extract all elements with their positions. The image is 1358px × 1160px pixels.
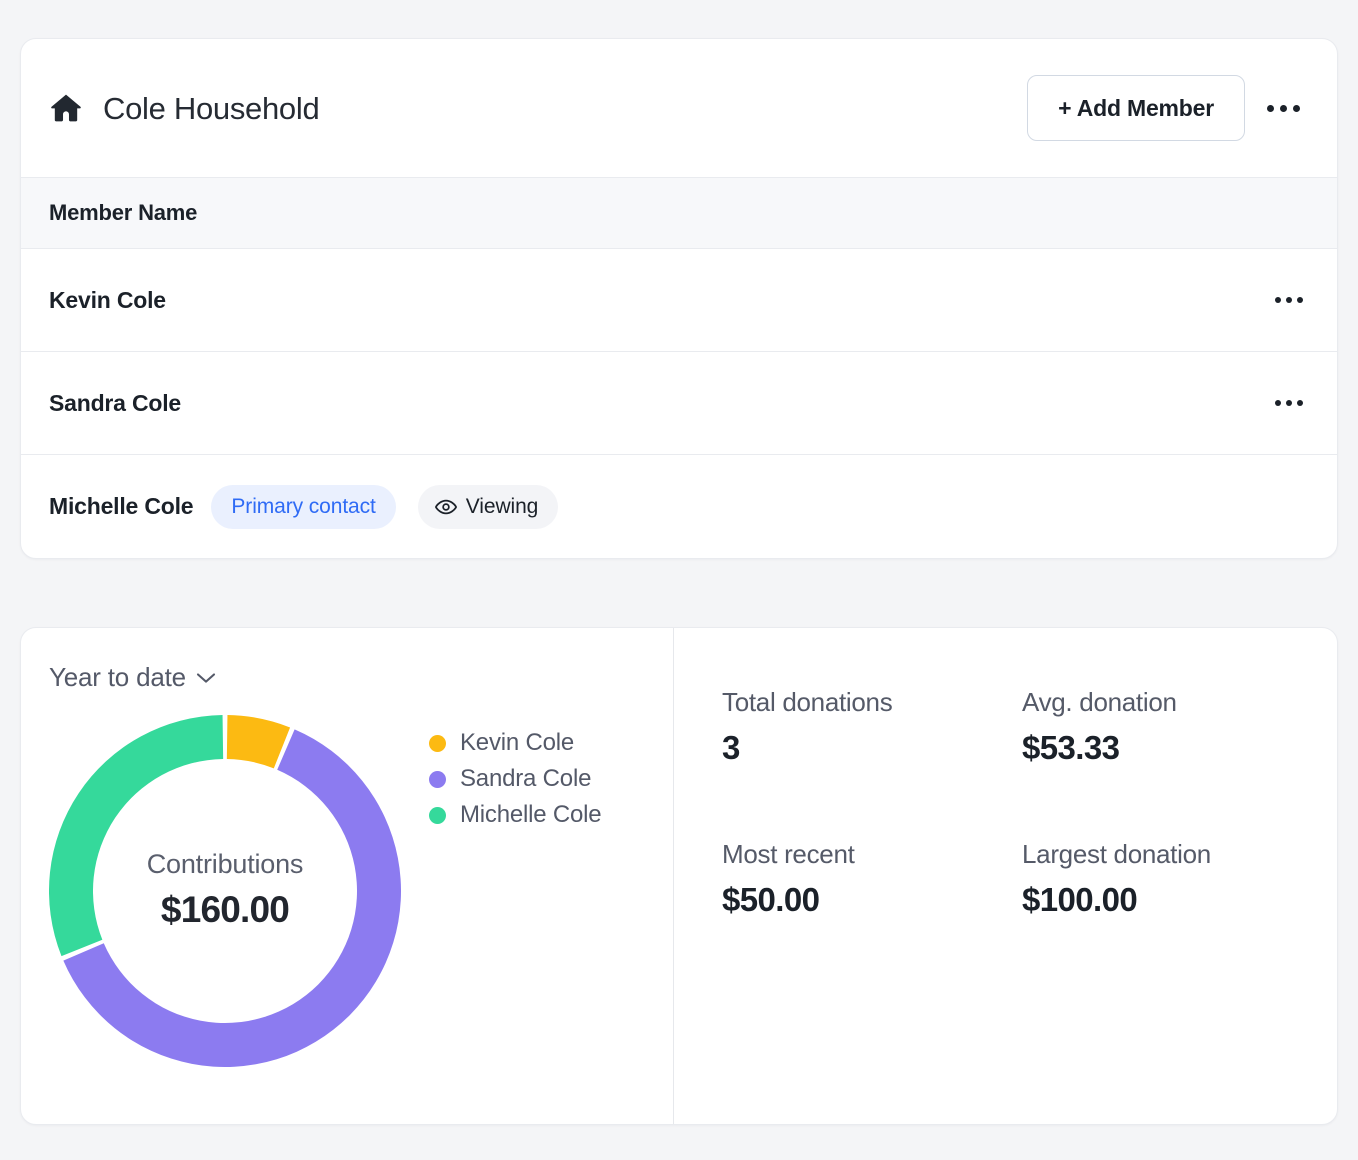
stat-value: $100.00 bbox=[1022, 880, 1138, 918]
legend-color-swatch bbox=[429, 734, 446, 752]
stat-label: Most recent bbox=[722, 839, 855, 869]
ellipsis-icon-dot bbox=[1266, 104, 1274, 112]
row-overflow-menu-button[interactable] bbox=[1267, 280, 1311, 320]
ellipsis-icon-dot bbox=[1286, 297, 1292, 303]
stat-largest-donation: Largest donation $100.00 bbox=[1022, 838, 1337, 920]
ellipsis-icon-dot bbox=[1297, 400, 1303, 406]
ellipsis-icon-dot bbox=[1279, 104, 1287, 112]
ellipsis-icon-dot bbox=[1286, 400, 1292, 406]
member-name: Sandra Cole bbox=[49, 389, 182, 416]
page-title: Cole Household bbox=[103, 90, 320, 126]
chart-legend: Kevin Cole Sandra Cole Michelle Cole bbox=[429, 725, 602, 833]
column-header-member-name: Member Name bbox=[49, 200, 198, 225]
donut-svg bbox=[49, 715, 401, 1067]
chart-pane: Year to date Contributions $160.00 Kevin… bbox=[21, 628, 674, 1124]
stat-label: Total donations bbox=[722, 687, 893, 717]
eye-icon bbox=[434, 499, 457, 514]
stat-value: 3 bbox=[722, 728, 740, 766]
ellipsis-icon-dot bbox=[1297, 297, 1303, 303]
stat-value: $50.00 bbox=[722, 880, 820, 918]
ellipsis-icon-dot bbox=[1275, 297, 1281, 303]
legend-item-michelle-cole[interactable]: Michelle Cole bbox=[429, 797, 602, 833]
member-name: Michelle Cole bbox=[49, 493, 194, 519]
stats-pane: Total donations 3 Avg. donation $53.33 M… bbox=[674, 628, 1337, 1124]
member-table-header: Member Name bbox=[21, 177, 1337, 249]
ellipsis-icon-dot bbox=[1275, 400, 1281, 406]
badge-viewing-label: Viewing bbox=[465, 494, 539, 518]
member-name: Kevin Cole bbox=[49, 286, 166, 313]
period-filter-dropdown[interactable]: Year to date bbox=[49, 662, 216, 693]
table-row[interactable]: Sandra Cole bbox=[21, 352, 1337, 455]
home-icon bbox=[51, 94, 81, 122]
row-overflow-menu-button[interactable] bbox=[1267, 383, 1311, 423]
legend-color-swatch bbox=[429, 806, 446, 824]
stat-value: $53.33 bbox=[1022, 728, 1120, 766]
stat-most-recent: Most recent $50.00 bbox=[722, 838, 1022, 920]
stat-label: Avg. donation bbox=[1022, 687, 1177, 717]
chart-and-legend: Contributions $160.00 Kevin Cole Sandra … bbox=[49, 715, 673, 1067]
legend-color-swatch bbox=[429, 770, 446, 788]
add-member-button[interactable]: + Add Member bbox=[1027, 75, 1245, 141]
legend-label: Kevin Cole bbox=[460, 729, 575, 756]
status-badge-viewing: Viewing bbox=[417, 484, 559, 529]
status-badge-primary-contact: Primary contact bbox=[211, 484, 396, 529]
legend-label: Michelle Cole bbox=[460, 801, 602, 828]
donut-slice[interactable] bbox=[226, 715, 291, 769]
period-filter-label: Year to date bbox=[49, 662, 186, 692]
table-row[interactable]: Kevin Cole bbox=[21, 249, 1337, 352]
household-overflow-menu-button[interactable] bbox=[1255, 85, 1311, 131]
contributions-donut-chart: Contributions $160.00 bbox=[49, 715, 401, 1067]
stat-label: Largest donation bbox=[1022, 839, 1211, 869]
table-row[interactable]: Michelle Cole Primary contact Viewing bbox=[21, 455, 1337, 558]
household-card: Cole Household + Add Member Member Name … bbox=[20, 38, 1338, 559]
contributions-summary-card: Year to date Contributions $160.00 Kevin… bbox=[20, 627, 1338, 1125]
page-root: Cole Household + Add Member Member Name … bbox=[0, 0, 1358, 1160]
ellipsis-icon-dot bbox=[1292, 104, 1300, 112]
legend-item-kevin-cole[interactable]: Kevin Cole bbox=[429, 725, 601, 761]
stat-total-donations: Total donations 3 bbox=[722, 686, 1022, 838]
legend-item-sandra-cole[interactable]: Sandra Cole bbox=[429, 761, 601, 797]
stat-avg-donation: Avg. donation $53.33 bbox=[1022, 686, 1337, 838]
legend-label: Sandra Cole bbox=[460, 765, 592, 792]
chevron-down-icon bbox=[196, 672, 215, 683]
household-header: Cole Household + Add Member bbox=[21, 39, 1337, 177]
donut-slice[interactable] bbox=[49, 715, 224, 957]
